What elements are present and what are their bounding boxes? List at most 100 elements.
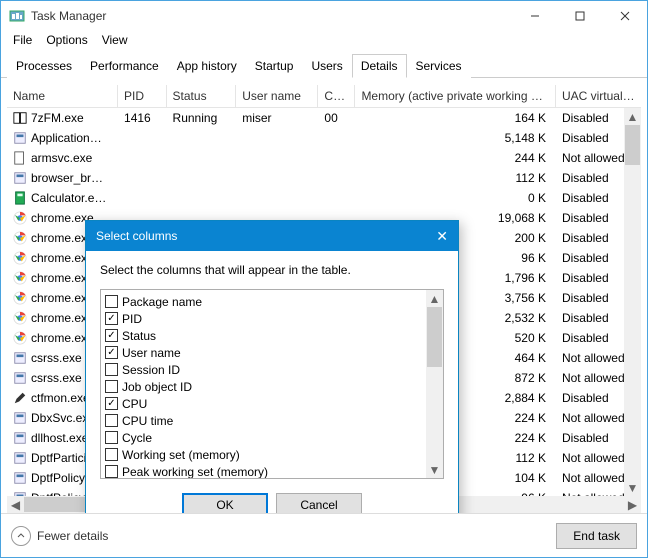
tab-startup[interactable]: Startup <box>246 54 303 78</box>
tab-users[interactable]: Users <box>302 54 351 78</box>
column-option[interactable]: Peak working set (memory) <box>101 463 443 479</box>
process-icon <box>13 471 27 485</box>
menubar: File Options View <box>1 31 647 51</box>
checkbox[interactable] <box>105 465 118 478</box>
dialog-scrollbar[interactable]: ▲ ▼ <box>426 290 443 478</box>
dialog-titlebar[interactable]: Select columns ✕ <box>86 221 458 251</box>
dialog-close-icon[interactable]: ✕ <box>436 228 448 245</box>
checkbox[interactable] <box>105 363 118 376</box>
process-icon <box>13 351 27 365</box>
ok-button[interactable]: OK <box>182 493 268 513</box>
scroll-down-icon[interactable]: ▼ <box>426 461 443 478</box>
col-memory[interactable]: Memory (active private working set) <box>355 85 556 107</box>
dialog-scroll-thumb[interactable] <box>427 307 442 367</box>
scroll-right-icon[interactable]: ▶ <box>624 496 641 513</box>
cell-status <box>167 156 237 160</box>
cell-status: Running <box>167 109 237 127</box>
process-icon <box>13 311 27 325</box>
cell-name: 7zFM.exe <box>31 111 84 125</box>
cell-memory: 112 K <box>355 169 556 187</box>
column-option[interactable]: ✓Status <box>101 327 443 344</box>
scroll-left-icon[interactable]: ◀ <box>7 496 24 513</box>
fewer-details-button[interactable]: Fewer details <box>11 526 108 546</box>
end-task-button[interactable]: End task <box>556 523 637 549</box>
vertical-scrollbar[interactable]: ▲ ▼ <box>624 108 641 496</box>
checkbox[interactable]: ✓ <box>105 346 118 359</box>
process-icon <box>13 331 27 345</box>
col-status[interactable]: Status <box>167 85 237 107</box>
checkbox[interactable] <box>105 431 118 444</box>
cell-user: miser <box>236 109 318 127</box>
columns-list[interactable]: Package name✓PID✓Status✓User nameSession… <box>100 289 444 479</box>
column-option[interactable]: ✓User name <box>101 344 443 361</box>
tabstrip: Processes Performance App history Startu… <box>1 53 647 78</box>
cell-name: browser_br… <box>31 171 103 185</box>
column-option[interactable]: Job object ID <box>101 378 443 395</box>
task-manager-window: Task Manager File Options View Processes… <box>0 0 648 558</box>
menu-options[interactable]: Options <box>40 31 93 51</box>
table-row[interactable]: armsvc.exe244 KNot allowed <box>7 148 641 168</box>
column-option[interactable]: ✓PID <box>101 310 443 327</box>
tab-app-history[interactable]: App history <box>168 54 246 78</box>
menu-file[interactable]: File <box>7 31 38 51</box>
process-icon <box>13 391 27 405</box>
cell-pid <box>118 156 167 160</box>
col-cpu[interactable]: CPU <box>318 85 355 107</box>
checkbox[interactable] <box>105 448 118 461</box>
cell-memory: 164 K <box>355 109 556 127</box>
process-icon <box>13 291 27 305</box>
tab-details[interactable]: Details <box>352 54 407 78</box>
scroll-down-icon[interactable]: ▼ <box>624 479 641 496</box>
checkbox[interactable]: ✓ <box>105 329 118 342</box>
scroll-up-icon[interactable]: ▲ <box>426 290 443 307</box>
column-option[interactable]: ✓ CPU <box>101 395 443 412</box>
column-option[interactable]: Cycle <box>101 429 443 446</box>
cell-cpu <box>318 156 355 160</box>
cell-name: dllhost.exe <box>31 431 88 445</box>
process-icon <box>13 191 27 205</box>
checkbox[interactable] <box>105 414 118 427</box>
menu-view[interactable]: View <box>96 31 134 51</box>
table-row[interactable]: browser_br…112 KDisabled <box>7 168 641 188</box>
tab-services[interactable]: Services <box>407 54 471 78</box>
table-row[interactable]: 7zFM.exe1416Runningmiser00164 KDisabled <box>7 108 641 128</box>
close-button[interactable] <box>602 2 647 30</box>
cell-pid <box>118 136 167 140</box>
column-option[interactable]: Package name <box>101 293 443 310</box>
select-columns-dialog: Select columns ✕ Select the columns that… <box>85 220 459 513</box>
footer: Fewer details End task <box>1 513 647 557</box>
process-icon <box>13 251 27 265</box>
checkbox[interactable]: ✓ <box>105 312 118 325</box>
column-option-label: CPU <box>122 397 147 411</box>
process-icon <box>13 271 27 285</box>
column-option-label: Job object ID <box>122 380 192 394</box>
col-name[interactable]: Name <box>7 85 118 107</box>
cancel-button[interactable]: Cancel <box>276 493 362 513</box>
column-option[interactable]: CPU time <box>101 412 443 429</box>
checkbox[interactable]: ✓ <box>105 397 118 410</box>
checkbox[interactable] <box>105 295 118 308</box>
tab-processes[interactable]: Processes <box>7 54 81 78</box>
column-option[interactable]: Session ID <box>101 361 443 378</box>
table-row[interactable]: Application…5,148 KDisabled <box>7 128 641 148</box>
column-option[interactable]: Working set (memory) <box>101 446 443 463</box>
table-header: Name PID Status User name CPU Memory (ac… <box>7 84 641 108</box>
tab-performance[interactable]: Performance <box>81 54 168 78</box>
process-icon <box>13 151 27 165</box>
fewer-details-label: Fewer details <box>37 529 108 543</box>
col-uac[interactable]: UAC virtualization <box>556 85 641 107</box>
maximize-button[interactable] <box>557 2 602 30</box>
cell-user <box>236 156 318 160</box>
scroll-thumb[interactable] <box>625 125 640 165</box>
cell-memory: 244 K <box>355 149 556 167</box>
titlebar[interactable]: Task Manager <box>1 1 647 31</box>
col-pid[interactable]: PID <box>118 85 167 107</box>
cell-memory: 5,148 K <box>355 129 556 147</box>
scroll-up-icon[interactable]: ▲ <box>624 108 641 125</box>
cell-pid <box>118 196 167 200</box>
cell-name: armsvc.exe <box>31 151 92 165</box>
col-user[interactable]: User name <box>236 85 318 107</box>
checkbox[interactable] <box>105 380 118 393</box>
minimize-button[interactable] <box>512 2 557 30</box>
table-row[interactable]: Calculator.e…0 KDisabled <box>7 188 641 208</box>
